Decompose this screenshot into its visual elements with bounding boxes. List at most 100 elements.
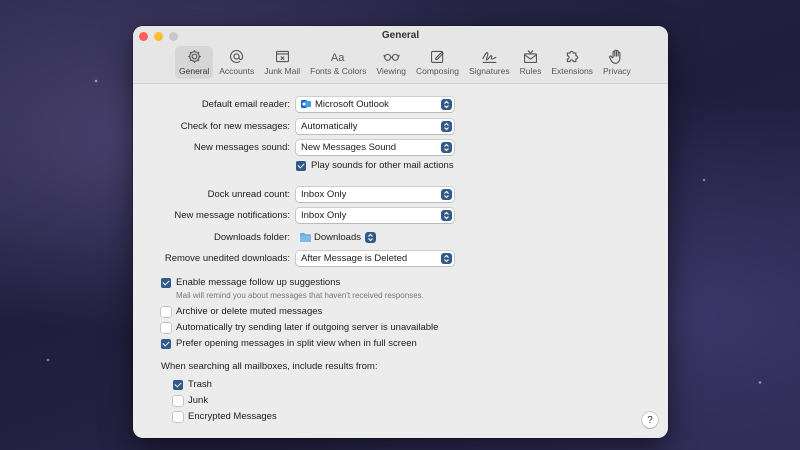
remove-downloads-popup[interactable]: After Message is Deleted — [296, 250, 454, 266]
new-sound-value: New Messages Sound — [301, 141, 397, 153]
tab-viewing[interactable]: Viewing — [372, 46, 410, 79]
default-reader-value: Microsoft Outlook — [315, 98, 389, 110]
follow-up-note: Mail will remind you about messages that… — [176, 291, 424, 300]
default-reader-popup[interactable]: Microsoft Outlook — [296, 96, 454, 112]
auto-send-later-checkbox[interactable] — [161, 322, 171, 333]
search-encrypted-checkbox[interactable] — [173, 411, 183, 422]
default-reader-label: Default email reader: — [201, 98, 290, 110]
play-sounds-option[interactable]: Play sounds for other mail actions — [296, 160, 454, 171]
notifications-popup[interactable]: Inbox Only — [296, 207, 454, 223]
check-new-label: Check for new messages: — [180, 120, 290, 132]
notifications-row: New message notifications: Inbox Only — [133, 207, 668, 223]
play-sounds-checkbox[interactable] — [296, 160, 306, 171]
tab-label: Rules — [519, 66, 542, 76]
outlook-app-icon — [301, 100, 311, 108]
tab-label: Composing — [415, 66, 459, 76]
tab-privacy[interactable]: Privacy — [599, 46, 635, 79]
popup-chevron-icon — [441, 120, 452, 132]
popup-chevron-icon — [441, 141, 452, 153]
compose-icon — [430, 50, 444, 64]
at-icon — [230, 50, 244, 63]
mail-settings-window: General General Accounts Junk Mail Aa Fo… — [133, 26, 668, 438]
archive-muted-label: Archive or delete muted messages — [176, 306, 323, 317]
downloads-folder-label: Downloads folder: — [213, 231, 290, 243]
follow-up-label: Enable message follow up suggestions — [176, 277, 341, 288]
archive-muted-checkbox[interactable] — [161, 306, 171, 317]
split-view-label: Prefer opening messages in split view wh… — [176, 338, 417, 349]
junk-tray-icon — [275, 50, 289, 63]
window-title: General — [381, 30, 420, 41]
tab-junk-mail[interactable]: Junk Mail — [260, 46, 304, 79]
puzzle-icon — [566, 50, 578, 63]
dock-unread-value: Inbox Only — [301, 188, 347, 200]
new-sound-label: New messages sound: — [193, 141, 290, 153]
remove-downloads-label: Remove unedited downloads: — [164, 252, 290, 264]
signature-icon — [481, 52, 497, 64]
tab-rules[interactable]: Rules — [516, 46, 546, 79]
search-junk-checkbox[interactable] — [173, 395, 183, 406]
check-new-popup[interactable]: Automatically — [296, 118, 454, 134]
remove-downloads-row: Remove unedited downloads: After Message… — [133, 250, 668, 266]
search-trash-checkbox[interactable] — [173, 379, 183, 390]
search-trash-option[interactable]: Trash — [173, 379, 212, 390]
hand-icon — [609, 49, 621, 64]
new-sound-row: New messages sound: New Messages Sound — [133, 139, 668, 155]
split-view-option[interactable]: Prefer opening messages in split view wh… — [161, 338, 417, 349]
follow-up-option[interactable]: Enable message follow up suggestions — [161, 277, 340, 288]
auto-send-later-label: Automatically try sending later if outgo… — [176, 322, 439, 333]
popup-chevron-icon — [365, 231, 376, 243]
tab-label: Junk Mail — [264, 66, 301, 76]
tab-label: General — [179, 66, 210, 76]
remove-downloads-value: After Message is Deleted — [301, 252, 408, 264]
new-sound-popup[interactable]: New Messages Sound — [296, 139, 454, 155]
preferences-toolbar: General Accounts Junk Mail Aa Fonts & Co… — [175, 46, 637, 79]
glasses-icon — [382, 53, 400, 61]
folder-icon — [300, 232, 311, 242]
svg-text:Aa: Aa — [331, 52, 345, 64]
search-encrypted-label: Encrypted Messages — [188, 411, 277, 422]
tab-fonts-colors[interactable]: Aa Fonts & Colors — [306, 46, 370, 79]
gear-icon — [187, 50, 201, 63]
tab-label: Signatures — [468, 66, 510, 76]
downloads-folder-popup[interactable]: Downloads — [296, 230, 378, 245]
tab-composing[interactable]: Composing — [412, 46, 463, 79]
fonts-icon: Aa — [331, 52, 345, 64]
rules-envelope-icon — [523, 50, 537, 64]
tab-label: Privacy — [602, 66, 631, 76]
search-heading: When searching all mailboxes, include re… — [161, 361, 378, 372]
play-sounds-label: Play sounds for other mail actions — [311, 160, 454, 171]
check-new-row: Check for new messages: Automatically — [133, 118, 668, 134]
auto-send-later-option[interactable]: Automatically try sending later if outgo… — [161, 322, 438, 333]
search-trash-label: Trash — [188, 379, 212, 390]
tab-label: Viewing — [376, 66, 406, 76]
dock-unread-popup[interactable]: Inbox Only — [296, 186, 454, 202]
search-encrypted-option[interactable]: Encrypted Messages — [173, 411, 277, 422]
popup-chevron-icon — [441, 209, 452, 221]
downloads-folder-row: Downloads folder: Downloads — [133, 229, 668, 245]
archive-muted-option[interactable]: Archive or delete muted messages — [161, 306, 322, 317]
split-view-checkbox[interactable] — [161, 338, 171, 349]
popup-chevron-icon — [441, 98, 452, 110]
popup-chevron-icon — [441, 188, 452, 200]
tab-label: Fonts & Colors — [310, 66, 367, 76]
tab-signatures[interactable]: Signatures — [465, 46, 514, 79]
help-button[interactable]: ? — [642, 412, 658, 428]
notifications-label: New message notifications: — [174, 209, 290, 221]
downloads-folder-value: Downloads — [314, 231, 361, 243]
tab-extensions[interactable]: Extensions — [547, 46, 597, 79]
search-junk-option[interactable]: Junk — [173, 395, 208, 406]
follow-up-checkbox[interactable] — [161, 277, 171, 288]
default-reader-row: Default email reader: Microsoft Outlook — [133, 96, 668, 112]
tab-label: Accounts — [219, 66, 255, 76]
tab-label: Extensions — [551, 66, 593, 76]
check-new-value: Automatically — [301, 120, 358, 132]
search-junk-label: Junk — [188, 395, 209, 406]
tab-general[interactable]: General — [175, 46, 214, 79]
dock-unread-row: Dock unread count: Inbox Only — [133, 186, 668, 202]
titlebar: General General Accounts Junk Mail Aa Fo… — [133, 26, 668, 84]
notifications-value: Inbox Only — [301, 209, 347, 221]
dock-unread-label: Dock unread count: — [207, 188, 290, 200]
popup-chevron-icon — [441, 252, 452, 264]
tab-accounts[interactable]: Accounts — [215, 46, 258, 79]
general-pane: Default email reader: Microsoft Outlook … — [133, 84, 668, 422]
